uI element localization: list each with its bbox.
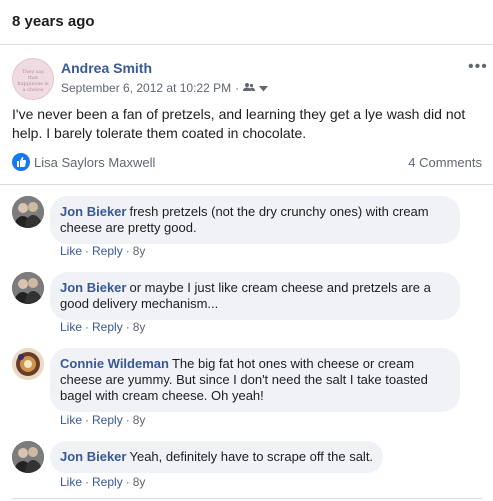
comment-bubble: Connie Wildeman The big fat hot ones with…: [50, 348, 460, 412]
comment-bubble: Jon Bieker Yeah, definitely have to scrap…: [50, 441, 384, 473]
commenter-name[interactable]: Jon Bieker: [60, 449, 126, 464]
comment-text: Yeah, definitely have to scrape off the …: [129, 449, 374, 464]
like-reaction-icon: [12, 153, 30, 171]
separator-dot: ·: [85, 244, 90, 258]
separator-dot: ·: [125, 475, 130, 489]
memory-header: 8 years ago: [0, 0, 493, 45]
comment-bubble: Jon Bieker fresh pretzels (not the dry cr…: [50, 196, 460, 244]
comment-time[interactable]: 8y: [133, 320, 146, 334]
like-link[interactable]: Like: [60, 413, 82, 427]
comment-actions: Like · Reply · 8y: [60, 320, 145, 334]
commenter-avatar[interactable]: [12, 441, 44, 473]
reply-link[interactable]: Reply: [92, 244, 123, 258]
commenter-avatar[interactable]: [12, 272, 44, 304]
commenter-avatar[interactable]: [12, 348, 44, 380]
reactions-row: Lisa Saylors Maxwell 4 Comments: [12, 153, 482, 173]
separator-dot: ·: [125, 244, 130, 258]
like-link[interactable]: Like: [60, 475, 82, 489]
commenter-name[interactable]: Jon Bieker: [60, 204, 126, 219]
friends-icon[interactable]: [243, 81, 256, 95]
divider: [12, 498, 482, 499]
comment-bubble: Jon Bieker or maybe I just like cream che…: [50, 272, 460, 320]
reply-link[interactable]: Reply: [92, 475, 123, 489]
like-link[interactable]: Like: [60, 244, 82, 258]
commenter-name[interactable]: Jon Bieker: [60, 280, 126, 295]
more-options-icon[interactable]: •••: [468, 58, 488, 76]
comment-time[interactable]: 8y: [133, 244, 146, 258]
post-author[interactable]: Andrea Smith: [61, 60, 152, 76]
author-avatar[interactable]: They say that happiness is a choice: [12, 58, 54, 100]
chevron-down-icon[interactable]: [259, 81, 269, 95]
like-link[interactable]: Like: [60, 320, 82, 334]
separator-dot: ·: [85, 413, 90, 427]
separator-dot: ·: [125, 320, 130, 334]
comment-actions: Like · Reply · 8y: [60, 244, 145, 258]
post-date[interactable]: September 6, 2012 at 10:22 PM: [61, 81, 231, 95]
separator-dot: ·: [235, 81, 240, 95]
comment-time[interactable]: 8y: [133, 475, 146, 489]
memory-title: 8 years ago: [12, 13, 95, 30]
comment-time[interactable]: 8y: [133, 413, 146, 427]
comment-actions: Like · Reply · 8y: [60, 413, 145, 427]
reply-link[interactable]: Reply: [92, 320, 123, 334]
avatar-text: They say that happiness is a choice: [17, 69, 49, 93]
likers-link[interactable]: Lisa Saylors Maxwell: [34, 155, 155, 170]
commenter-avatar[interactable]: [12, 196, 44, 228]
commenter-name[interactable]: Connie Wildeman: [60, 356, 169, 371]
reply-link[interactable]: Reply: [92, 413, 123, 427]
comment-actions: Like · Reply · 8y: [60, 475, 145, 489]
divider: [0, 184, 493, 185]
separator-dot: ·: [85, 475, 90, 489]
post-meta: September 6, 2012 at 10:22 PM ·: [61, 81, 269, 95]
separator-dot: ·: [85, 320, 90, 334]
separator-dot: ·: [125, 413, 130, 427]
post-text: I've never been a fan of pretzels, and l…: [12, 106, 466, 141]
comments-count-link[interactable]: 4 Comments: [408, 155, 482, 170]
